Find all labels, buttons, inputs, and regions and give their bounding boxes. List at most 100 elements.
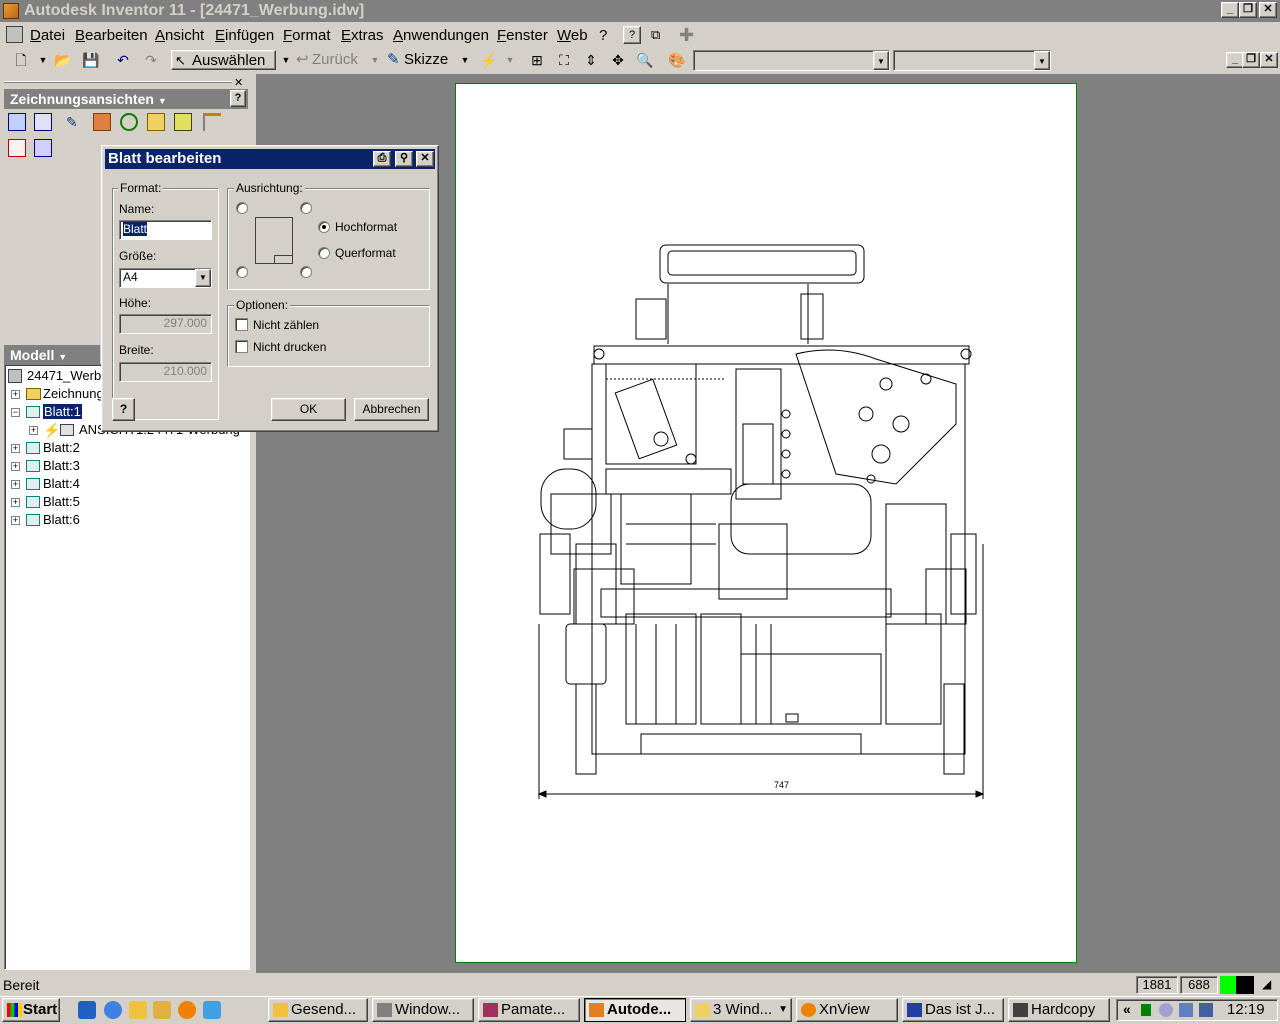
menu-help[interactable]: ?	[599, 27, 607, 44]
task-word[interactable]: Das ist J...	[902, 998, 1004, 1022]
tree-item-sheet6[interactable]: + Blatt:6	[11, 511, 80, 529]
layer-combo[interactable]: ▼	[693, 50, 890, 71]
task-xnview[interactable]: XnView	[796, 998, 898, 1022]
break-out-icon[interactable]	[174, 113, 192, 131]
drawing-sheet[interactable]: 747	[455, 83, 1077, 963]
dialog-help-button[interactable]: ?	[112, 398, 135, 421]
tray-app-icon[interactable]	[1141, 1004, 1151, 1016]
sketch-dropdown-icon[interactable]: ▼	[456, 51, 474, 69]
ok-button[interactable]: OK	[271, 398, 346, 421]
task-autodesk[interactable]: Autode...	[584, 998, 686, 1022]
resize-grip-icon[interactable]: ◢	[1262, 977, 1276, 993]
expand-icon[interactable]: +	[11, 498, 20, 507]
panel-grip[interactable]	[4, 81, 232, 83]
landscape-radio[interactable]	[318, 247, 330, 259]
menu-web[interactable]: Web	[557, 27, 588, 44]
sketch-button[interactable]: ✎ Skizze	[387, 50, 457, 70]
corner-top-left-radio[interactable]	[236, 202, 248, 214]
quicklaunch-ie-icon[interactable]	[78, 1001, 96, 1019]
corner-top-right-radio[interactable]	[300, 202, 312, 214]
new-file-icon[interactable]: 🗋	[12, 51, 30, 69]
menu-ansicht[interactable]: Ansicht	[155, 27, 204, 44]
corner-bottom-right-radio[interactable]	[300, 266, 312, 278]
tree-item-sheet4[interactable]: + Blatt:4	[11, 475, 80, 493]
menu-einfuegen[interactable]: Einfügen	[215, 27, 274, 44]
expand-icon[interactable]: +	[11, 480, 20, 489]
select-button[interactable]: ↖ Auswählen	[171, 50, 276, 70]
panel-close-icon[interactable]: ✕	[234, 76, 243, 89]
corner-bottom-left-radio[interactable]	[236, 266, 248, 278]
style-icon[interactable]: 🎨	[668, 51, 686, 69]
collapse-icon[interactable]: −	[11, 408, 20, 417]
tree-item-sheet3[interactable]: + Blatt:3	[11, 457, 80, 475]
zoom-window-icon[interactable]: ⛶	[555, 51, 573, 69]
start-button[interactable]: Start	[2, 998, 60, 1022]
expand-icon[interactable]: +	[11, 516, 20, 525]
tray-security-icon[interactable]	[1179, 1003, 1193, 1017]
dialog-print-icon[interactable]: ⎙	[373, 151, 391, 167]
tray-network-icon[interactable]	[1159, 1003, 1173, 1017]
base-view-icon[interactable]	[8, 113, 26, 131]
draft-view-icon[interactable]	[34, 139, 52, 157]
redo-icon[interactable]: ↷	[142, 51, 160, 69]
menu-datei[interactable]: Datei	[30, 27, 65, 44]
broken-view-icon[interactable]	[147, 113, 165, 131]
zoom-icon[interactable]: ⇕	[582, 51, 600, 69]
close-button[interactable]: ✕	[1259, 2, 1277, 18]
auxiliary-view-icon[interactable]: ✎	[66, 113, 84, 131]
tree-item-sheet2[interactable]: + Blatt:2	[11, 439, 80, 457]
new-sheet-icon[interactable]	[8, 139, 26, 157]
tree-item-sheet5[interactable]: + Blatt:5	[11, 493, 80, 511]
quicklaunch-folder-icon[interactable]	[153, 1001, 171, 1019]
detail-view-icon[interactable]	[120, 113, 138, 131]
whats-this-icon[interactable]: ?	[623, 26, 641, 44]
slice-icon[interactable]	[203, 113, 221, 131]
back-dropdown-icon[interactable]: ▼	[366, 51, 384, 69]
minimize-button[interactable]: _	[1221, 2, 1239, 18]
expand-icon[interactable]: +	[11, 444, 20, 453]
task-windows[interactable]: Window...	[372, 998, 474, 1022]
zoom-select-icon[interactable]: 🔍	[636, 51, 654, 69]
back-button[interactable]: ↩ Zurück	[296, 50, 366, 70]
expand-icon[interactable]: +	[29, 426, 38, 435]
menu-extras[interactable]: Extras	[341, 27, 384, 44]
size-dropdown-icon[interactable]: ▼	[195, 269, 211, 287]
add-icon[interactable]: ✚	[679, 25, 697, 45]
open-folder-icon[interactable]: 📂	[54, 51, 72, 69]
expand-icon[interactable]: +	[11, 390, 20, 399]
inventor-app-icon[interactable]	[3, 3, 19, 19]
landscape-label[interactable]: Querformat	[335, 246, 396, 260]
select-dropdown-icon[interactable]: ▼	[277, 51, 295, 69]
task-pamate[interactable]: Pamate...	[478, 998, 580, 1022]
tray-volume-icon[interactable]	[1199, 1003, 1213, 1017]
model-header[interactable]: Modell ▼	[4, 345, 100, 365]
menu-anwendungen[interactable]: Anwendungen	[393, 27, 489, 44]
style-combo[interactable]: ▼	[893, 50, 1051, 71]
dialog-pin-icon[interactable]: ⚲	[395, 151, 413, 167]
name-input[interactable]: Blatt	[119, 220, 212, 240]
update-icon[interactable]: ⚡	[480, 51, 498, 69]
portrait-label[interactable]: Hochformat	[335, 220, 397, 234]
task-3-windows[interactable]: 3 Wind... ▼	[690, 998, 792, 1022]
quicklaunch-network-icon[interactable]	[203, 1001, 221, 1019]
tray-expand-icon[interactable]: «	[1123, 1001, 1131, 1017]
panel-header[interactable]: Zeichnungsansichten ▼ ?	[4, 89, 248, 109]
no-print-label[interactable]: Nicht drucken	[253, 340, 326, 354]
arrange-icon[interactable]: ⧉	[651, 27, 669, 43]
projected-view-icon[interactable]	[34, 113, 52, 131]
menu-bearbeiten[interactable]: Bearbeiten	[75, 27, 148, 44]
menu-fenster[interactable]: Fenster	[497, 27, 548, 44]
expand-icon[interactable]: +	[11, 462, 20, 471]
panel-help-icon[interactable]: ?	[230, 90, 246, 107]
undo-icon[interactable]: ↶	[114, 51, 132, 69]
no-count-checkbox[interactable]	[235, 318, 248, 331]
cancel-button[interactable]: Abbrechen	[354, 398, 429, 421]
task-hardcopy[interactable]: Hardcopy	[1008, 998, 1110, 1022]
update-dropdown-icon[interactable]: ▼	[501, 51, 519, 69]
section-view-icon[interactable]	[93, 113, 111, 131]
quicklaunch-browser-icon[interactable]	[104, 1001, 122, 1019]
quicklaunch-calendar-icon[interactable]	[129, 1001, 147, 1019]
no-print-checkbox[interactable]	[235, 340, 248, 353]
menu-format[interactable]: Format	[283, 27, 331, 44]
no-count-label[interactable]: Nicht zählen	[253, 318, 319, 332]
